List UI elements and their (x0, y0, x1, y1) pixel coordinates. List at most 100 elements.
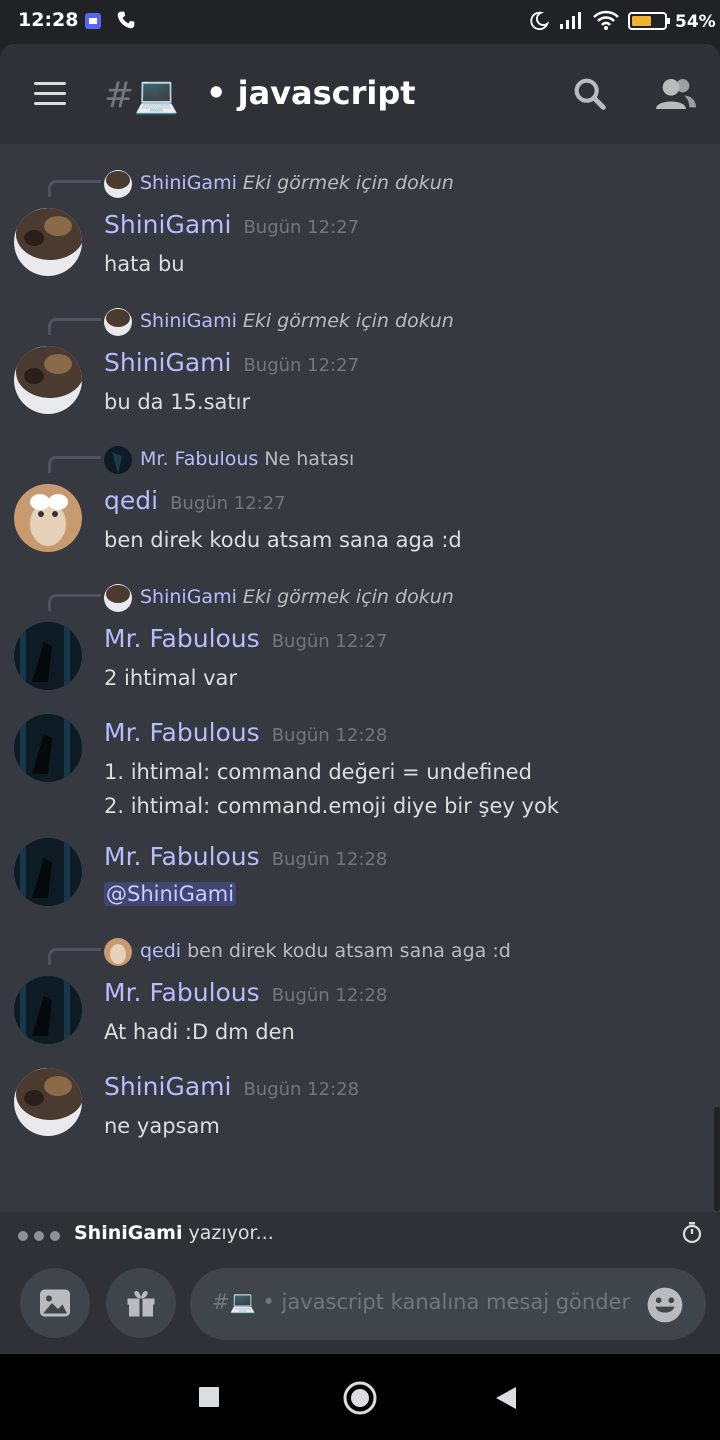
avatar[interactable] (14, 622, 82, 690)
members-icon[interactable] (654, 74, 696, 114)
reply-attachment-hint: Eki görmek için dokun (242, 586, 454, 608)
reply-preview[interactable]: ShiniGami Eki görmek için dokun (140, 586, 454, 608)
reply-attachment-hint: Eki görmek için dokun (242, 172, 454, 194)
message-input[interactable]: #💻 • javascript kanalına mesaj gönder (190, 1268, 706, 1340)
message-list[interactable]: ShiniGami Eki görmek için dokun ShiniGami… (0, 144, 720, 1212)
reply-connector (48, 456, 101, 473)
reply-preview[interactable]: Mr. Fabulous Ne hatası (140, 448, 354, 470)
channel-title[interactable]: • javascript (206, 74, 416, 112)
typing-dots-icon (18, 1226, 66, 1245)
status-bar: 12:28 54% (0, 0, 720, 44)
message-timestamp: Bugün 12:28 (271, 985, 388, 1006)
reply-preview[interactable]: ShiniGami Eki görmek için dokun (140, 310, 454, 332)
message-timestamp: Bugün 12:27 (243, 217, 360, 238)
message-author[interactable]: Mr. Fabulous Bugün 12:28 (104, 842, 387, 871)
author-name[interactable]: Mr. Fabulous (104, 718, 260, 747)
author-name[interactable]: Mr. Fabulous (104, 624, 260, 653)
message-text: ne yapsam (104, 1114, 220, 1138)
avatar[interactable] (14, 714, 82, 782)
emoji-icon[interactable] (646, 1286, 684, 1324)
message-text: hata bu (104, 252, 185, 276)
message-text: 2 ihtimal var (104, 666, 238, 690)
phone-icon (116, 10, 136, 34)
home-circle-icon[interactable] (342, 1380, 378, 1420)
do-not-disturb-moon-icon (528, 10, 550, 36)
message-text: 2. ihtimal: command.emoji diye bir şey y… (104, 794, 559, 818)
author-name[interactable]: Mr. Fabulous (104, 978, 260, 1007)
reply-connector (48, 594, 101, 611)
timer-icon[interactable] (680, 1221, 704, 1245)
avatar[interactable] (14, 346, 82, 414)
reply-author: qedi (140, 940, 182, 962)
reply-avatar (104, 308, 132, 336)
status-time: 12:28 (18, 9, 79, 31)
message-input-placeholder: #💻 • javascript kanalına mesaj gönder (212, 1290, 631, 1314)
gift-button[interactable] (106, 1268, 176, 1338)
avatar[interactable] (14, 484, 82, 552)
message-author[interactable]: Mr. Fabulous Bugün 12:27 (104, 624, 387, 653)
reply-preview[interactable]: ShiniGami Eki görmek için dokun (140, 172, 454, 194)
reply-author: ShiniGami (140, 586, 237, 608)
reply-author: ShiniGami (140, 172, 237, 194)
channel-prefix: #💻 (104, 75, 179, 116)
reply-connector (48, 948, 101, 965)
search-icon[interactable] (570, 74, 610, 114)
message-author[interactable]: ShiniGami Bugün 12:27 (104, 348, 359, 377)
reply-author: ShiniGami (140, 310, 237, 332)
message-author[interactable]: ShiniGami Bugün 12:28 (104, 1072, 359, 1101)
battery-icon (628, 11, 672, 35)
author-name[interactable]: qedi (104, 486, 158, 515)
author-name[interactable]: Mr. Fabulous (104, 842, 260, 871)
avatar[interactable] (14, 208, 82, 276)
reply-connector (48, 180, 101, 197)
reply-attachment-hint: Eki görmek için dokun (242, 310, 454, 332)
message-text: bu da 15.satır (104, 390, 251, 414)
app-notification-icon (84, 12, 102, 34)
typing-indicator: ShiniGami yazıyor... (0, 1212, 720, 1254)
message-timestamp: Bugün 12:27 (243, 355, 360, 376)
back-triangle-icon[interactable] (494, 1385, 518, 1415)
gift-icon (127, 1291, 155, 1317)
message-timestamp: Bugün 12:27 (271, 631, 388, 652)
battery-percent: 54% (675, 12, 716, 32)
message-author[interactable]: Mr. Fabulous Bugün 12:28 (104, 718, 387, 747)
recents-square-icon[interactable] (198, 1386, 220, 1412)
message-author[interactable]: ShiniGami Bugün 12:27 (104, 210, 359, 239)
reply-connector (48, 318, 101, 335)
cellular-signal-icon (558, 10, 584, 34)
scrollbar[interactable] (714, 1107, 720, 1211)
reply-author: Mr. Fabulous (140, 448, 259, 470)
channel-header: #💻 • javascript (0, 44, 720, 144)
hamburger-menu-icon[interactable] (34, 82, 66, 106)
avatar[interactable] (14, 838, 82, 906)
attach-image-button[interactable] (20, 1268, 90, 1338)
reply-avatar (104, 938, 132, 966)
reply-avatar (104, 584, 132, 612)
message-composer: #💻 • javascript kanalına mesaj gönder (0, 1254, 720, 1354)
message-timestamp: Bugün 12:28 (243, 1079, 360, 1100)
typing-text: ShiniGami yazıyor... (74, 1222, 274, 1244)
message-timestamp: Bugün 12:27 (170, 493, 286, 514)
user-mention[interactable]: @ShiniGami (104, 882, 237, 906)
message-timestamp: Bugün 12:28 (271, 725, 388, 746)
reply-preview[interactable]: qedi ben direk kodu atsam sana aga :d (140, 940, 511, 962)
reply-avatar (104, 446, 132, 474)
avatar[interactable] (14, 1068, 82, 1136)
reply-content: ben direk kodu atsam sana aga :d (187, 940, 511, 962)
message-timestamp: Bugün 12:28 (271, 849, 388, 870)
message-author[interactable]: qedi Bugün 12:27 (104, 486, 286, 515)
message-author[interactable]: Mr. Fabulous Bugün 12:28 (104, 978, 387, 1007)
typing-suffix: yazıyor... (188, 1222, 274, 1244)
typing-user: ShiniGami (74, 1222, 183, 1244)
message-text: @ShiniGami (104, 882, 237, 906)
author-name[interactable]: ShiniGami (104, 348, 231, 377)
author-name[interactable]: ShiniGami (104, 210, 231, 239)
image-icon (40, 1289, 70, 1317)
message-text: ben direk kodu atsam sana aga :d (104, 528, 462, 552)
system-navigation-bar (0, 1354, 720, 1440)
author-name[interactable]: ShiniGami (104, 1072, 231, 1101)
avatar[interactable] (14, 976, 82, 1044)
reply-avatar (104, 170, 132, 198)
message-text: 1. ihtimal: command değeri = undefined (104, 760, 532, 784)
wifi-icon (592, 10, 620, 34)
